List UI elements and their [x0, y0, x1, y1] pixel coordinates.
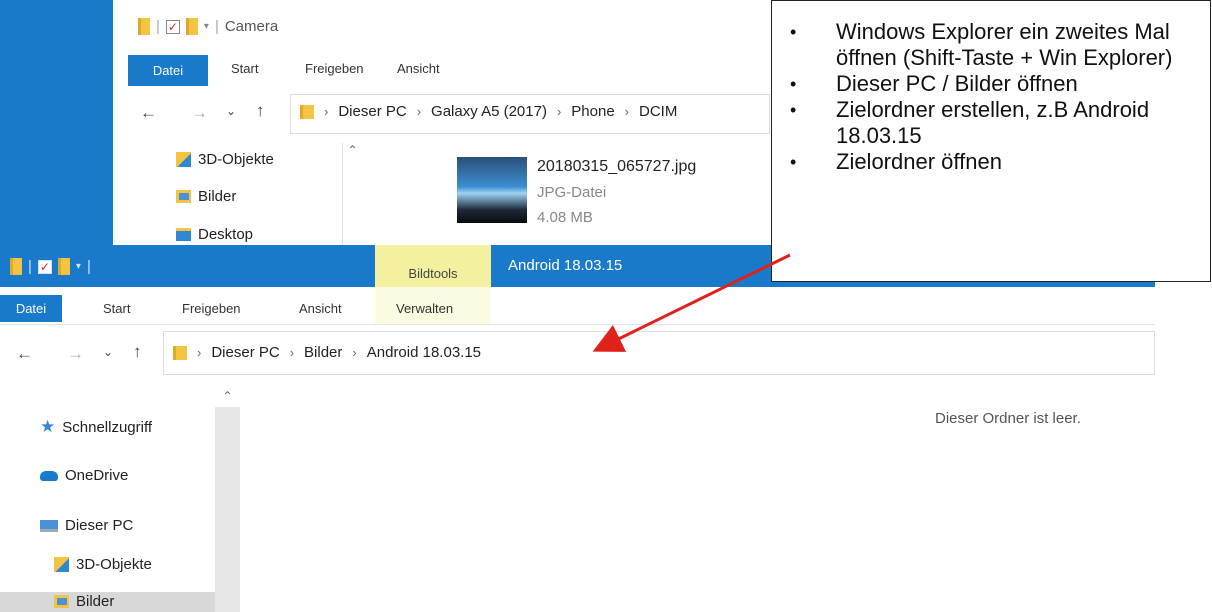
arrow-line [592, 253, 791, 352]
annotation-arrow [592, 253, 791, 352]
